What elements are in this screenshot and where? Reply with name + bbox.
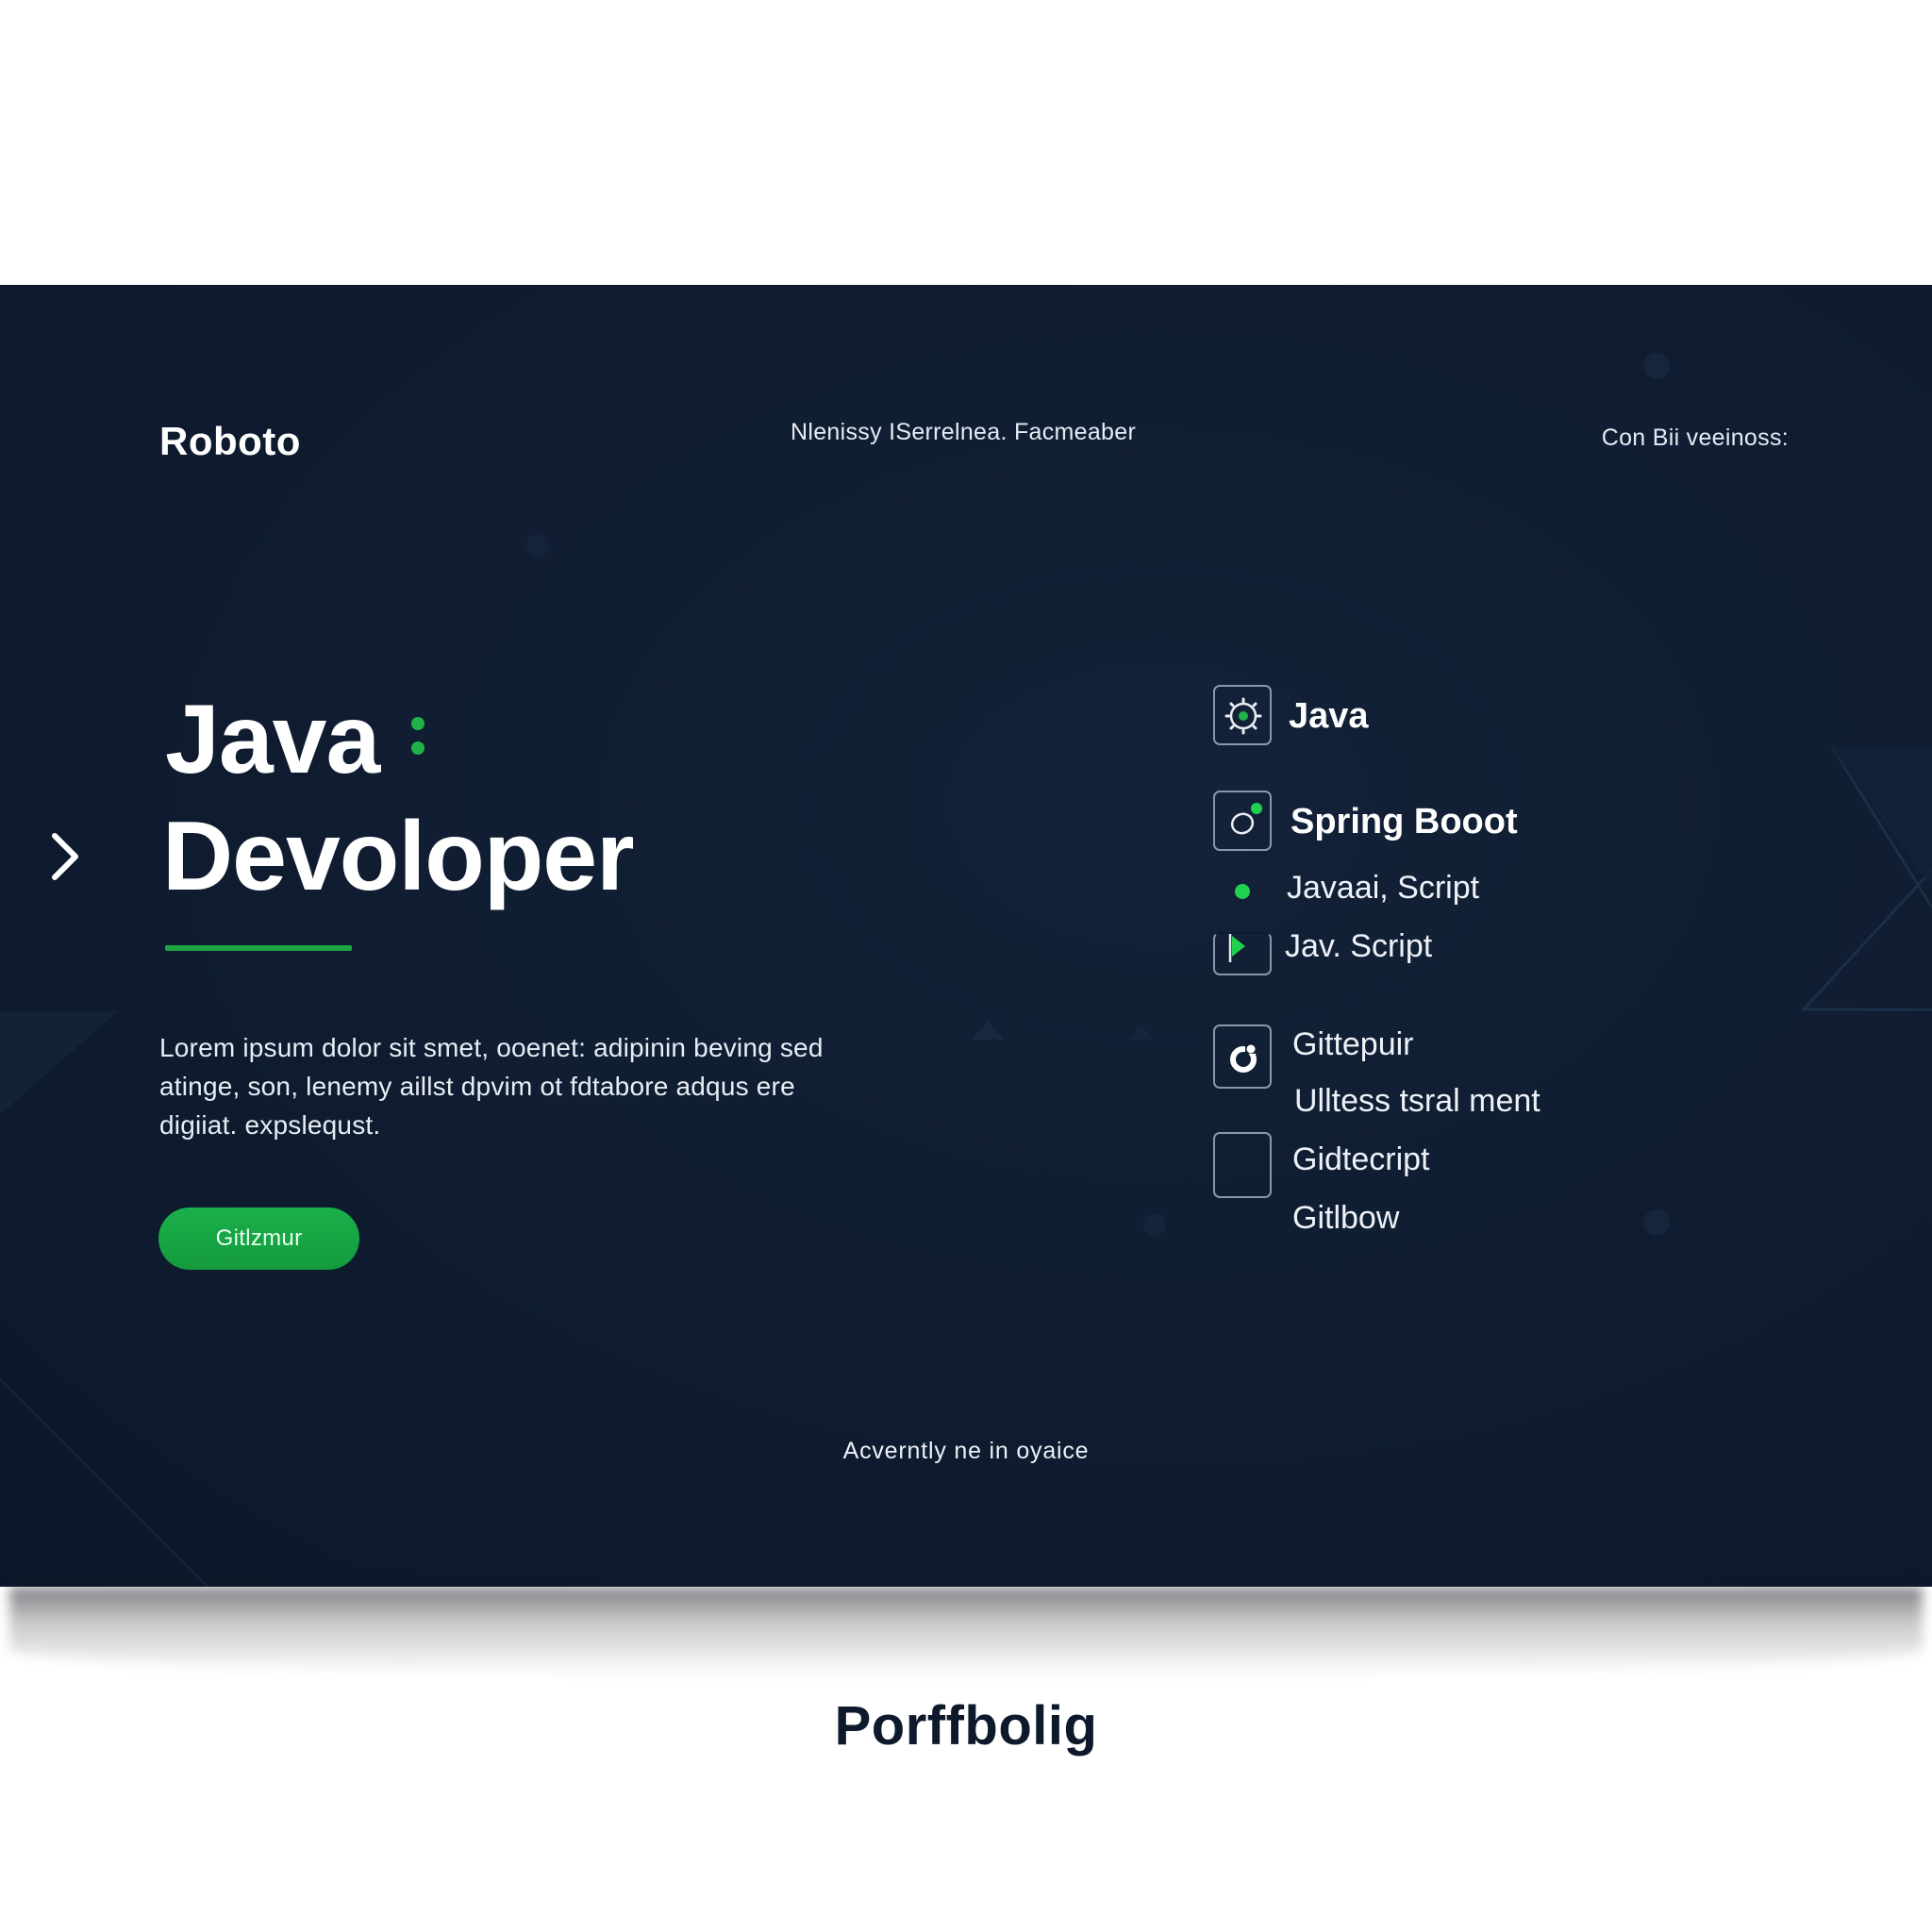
background-decoration <box>0 353 1932 1587</box>
empty-box-icon <box>1213 1132 1272 1198</box>
dot-bullet-icon <box>1235 884 1250 899</box>
cta-button[interactable]: Gitlzmur <box>158 1208 359 1270</box>
colon-dots-icon <box>411 706 425 766</box>
skill-java: Java <box>1289 696 1369 736</box>
github-icon <box>1213 1024 1272 1089</box>
title-underline <box>165 945 352 951</box>
hero-panel: Roboto Nlenissy ISerrelnea. Facmeaber Co… <box>0 285 1932 1587</box>
nav-links[interactable]: Nlenissy ISerrelnea. Facmeaber <box>791 419 1136 446</box>
page-caption: Porffbolig <box>834 1695 1098 1757</box>
gear-icon <box>1213 685 1272 745</box>
panel-shadow <box>9 1587 1923 1676</box>
hero-title: Java Devoloper <box>162 681 635 915</box>
spring-icon <box>1213 791 1272 851</box>
hero-title-line2: Devoloper <box>162 802 635 911</box>
chevron-right-icon[interactable] <box>47 830 85 883</box>
play-icon <box>1213 932 1272 975</box>
hero-description: Lorem ipsum dolor sit smet, ooenet: adip… <box>159 1033 824 1140</box>
skill-spring-boot: Spring Booot <box>1291 802 1518 841</box>
skill-javascript-1: Javaai, Script <box>1287 870 1480 906</box>
skill-gitlbow: Gitlbow <box>1292 1200 1400 1236</box>
hero-title-line1: Java <box>165 685 380 794</box>
nav-contact[interactable]: Con Bii veeinoss: <box>1602 425 1789 452</box>
skill-gidtecript: Gidtecript <box>1292 1141 1430 1177</box>
logo[interactable]: Roboto <box>159 419 301 464</box>
footer-note: Acverntly ne in oyaice <box>842 1438 1090 1464</box>
skill-management: Ulltess tsral ment <box>1294 1083 1541 1119</box>
skill-javascript-2: Jav. Script <box>1285 928 1433 964</box>
skill-github: Gittepuir <box>1292 1026 1414 1062</box>
